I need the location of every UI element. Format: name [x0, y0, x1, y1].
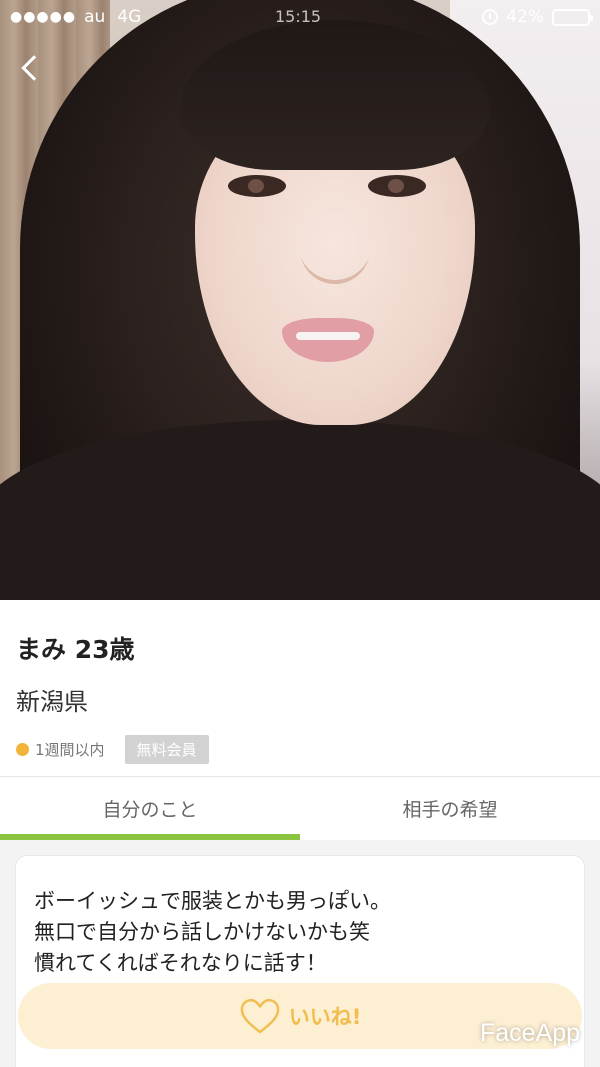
tab-about-me[interactable]: 自分のこと [0, 777, 300, 840]
profile-prefecture: 新潟県 [16, 688, 88, 716]
profile-photo[interactable] [0, 0, 600, 600]
like-button-label: いいね! [288, 1005, 362, 1029]
status-time: 15:15 [275, 7, 322, 26]
signal-strength-icon: ●●●●● [10, 9, 77, 25]
status-right-group: 42% [482, 7, 593, 27]
login-status-row: 1週間以内 無料会員 [16, 735, 209, 764]
membership-badge: 無料会員 [124, 735, 209, 764]
network-type: 4G [117, 7, 142, 27]
heart-icon [240, 999, 279, 1034]
back-button[interactable] [8, 46, 52, 90]
faceapp-watermark: FaceApp [479, 1019, 580, 1047]
profile-name-age: まみ 23歳 [16, 635, 135, 664]
intro-line: 慣れてくればそれなりに話す！ [34, 951, 327, 975]
profile-info: まみ 23歳 新潟県 1週間以内 無料会員 [0, 600, 600, 776]
intro-line: 無口で自分から話しかけないかも笑 [34, 920, 370, 944]
profile-tabs: 自分のこと 相手の希望 [0, 776, 600, 840]
tab-partner-preferences[interactable]: 相手の希望 [300, 777, 600, 840]
online-status-dot-icon [16, 743, 29, 756]
photo-left-eye [228, 175, 286, 197]
battery-percent: 42% [506, 7, 544, 27]
photo-right-eye [368, 175, 426, 197]
photo-shoulders [0, 420, 600, 600]
chevron-left-icon [21, 55, 47, 81]
intro-line: ボーイッシュで服装とかも男っぽい。 [34, 889, 391, 913]
alarm-icon [482, 9, 499, 25]
battery-icon [552, 8, 593, 26]
last-login-text: 1週間以内 [35, 741, 105, 759]
carrier-name: au [84, 7, 106, 27]
